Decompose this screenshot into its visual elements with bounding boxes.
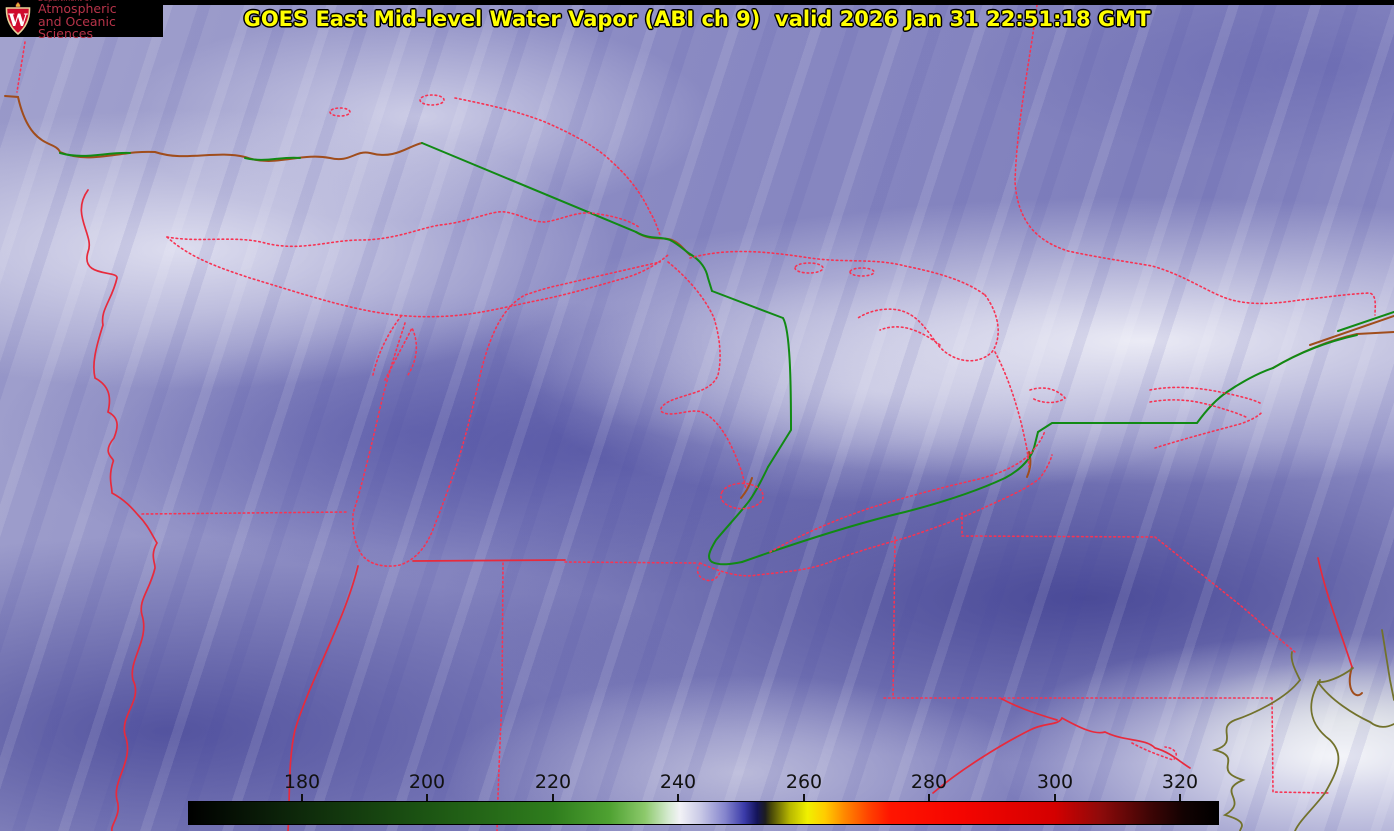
virginia-maryland-bits (1132, 743, 1176, 760)
shoreline-brown-paths (5, 96, 1394, 695)
maryland-delaware-boundary (1272, 698, 1330, 793)
colorbar-tick-label: 300 (1023, 771, 1087, 793)
colorbar-tick-label: 220 (521, 771, 585, 793)
coastlines-olive (1215, 630, 1394, 831)
colorbar-tick (426, 794, 428, 801)
susquehanna-stub (1292, 652, 1300, 680)
newyork-pennsylvania-boundary (962, 536, 1155, 537)
colorbar-tick (1179, 794, 1181, 801)
colorbar-tick (928, 794, 930, 801)
new-york-hudson-boundary (1318, 558, 1352, 667)
indiana-michigan-boundary (413, 560, 565, 561)
maryland-west-boundary (1000, 698, 1057, 720)
lake-huron-border (712, 291, 791, 467)
superior-border-diagonal (422, 143, 636, 232)
colorbar-tick (803, 794, 805, 801)
michigan-huron-shore (661, 262, 746, 490)
map-boundaries-overlay (0, 0, 1394, 831)
colorbar-tick (552, 794, 554, 801)
georgian-bay-shore (858, 295, 998, 361)
colorbar-tick (1054, 794, 1056, 801)
st-joseph-island (850, 268, 874, 276)
colorbar-tick-label: 320 (1148, 771, 1212, 793)
colorbar-tick-label: 260 (772, 771, 836, 793)
niagara-ontario-border (1038, 368, 1273, 432)
colorbar-tick (677, 794, 679, 801)
ontario-east-shore-2 (1150, 400, 1248, 418)
colorbar-tick-label: 200 (395, 771, 459, 793)
new-jersey-coast (1382, 630, 1394, 700)
international-border-green-paths (60, 143, 1394, 564)
maumee-bay (698, 563, 720, 581)
chesapeake-west-shore (1215, 680, 1300, 831)
state-boundaries-dotted (17, 5, 1375, 831)
ontario-quebec-border (1015, 5, 1375, 315)
apostle-islands (330, 108, 350, 116)
top-black-strip (0, 0, 1394, 5)
st-lawrence-border (1273, 335, 1357, 368)
goes-satellite-viewer: W Department of Atmospheric and Oceanic … (0, 0, 1394, 831)
wisconsin-illinois-boundary (142, 512, 347, 514)
colorbar-tick-label: 240 (646, 771, 710, 793)
colorbar-tick-label: 180 (270, 771, 334, 793)
upper-peninsula-north-shore (167, 212, 640, 247)
ohio-pennsylvania-boundary (893, 537, 895, 698)
detroit-river-segment (741, 478, 752, 498)
image-title: GOES East Mid-level Water Vapor (ABI ch … (0, 7, 1394, 31)
north-channel-shore (690, 251, 985, 295)
ontario-east-shore-1 (1150, 387, 1262, 404)
delaware-bay-south-shore (1318, 682, 1394, 727)
huron-east-shore (995, 352, 1029, 467)
lake-superior-south-shore (5, 96, 422, 161)
isle-royale (420, 95, 444, 105)
temperature-colorbar: 180 200 220 240 260 280 300 320 (188, 771, 1219, 825)
delaware-bay-north-shore (1318, 668, 1353, 682)
hudson-shore-segment (1350, 667, 1362, 695)
mississippi-river-boundary (81, 190, 157, 831)
minnesota-border (17, 42, 25, 92)
colorbar-tick (301, 794, 303, 801)
lake-erie-north-shore (770, 430, 1045, 552)
ohio-michigan-boundary (565, 562, 697, 563)
newyork-newjersey-boundary (1155, 537, 1295, 652)
colorbar-gradient (188, 801, 1219, 825)
chesapeake-east-shore (1295, 680, 1338, 831)
long-point (1030, 388, 1065, 403)
colorbar-tick-label: 280 (897, 771, 961, 793)
border-right-edge (1338, 312, 1394, 331)
st-clair-border (709, 467, 768, 564)
manitoulin-island (795, 263, 823, 273)
state-boundaries-solid-red (81, 190, 1352, 831)
st-lawrence-river-south (1310, 316, 1394, 345)
